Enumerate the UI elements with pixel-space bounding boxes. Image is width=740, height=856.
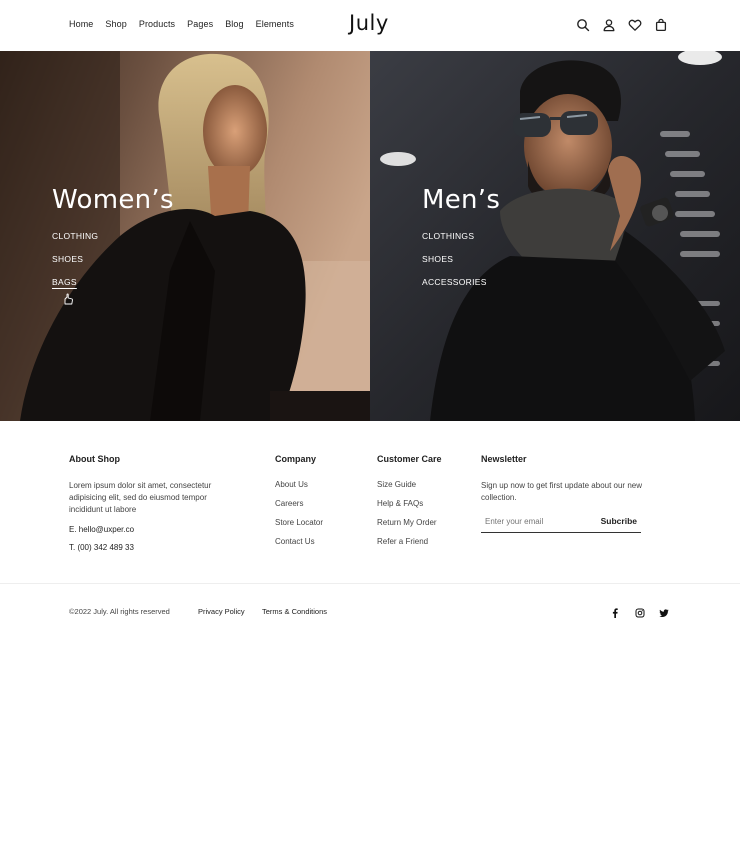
category-hero: Women’s CLOTHING SHOES BAGS Men’s CLOTHI…: [0, 51, 740, 421]
men-panel[interactable]: Men’s CLOTHINGS SHOES ACCESSORIES: [370, 51, 740, 421]
nav-shop[interactable]: Shop: [105, 19, 126, 29]
facebook-icon[interactable]: [610, 605, 620, 618]
bag-icon[interactable]: [654, 18, 668, 32]
search-icon[interactable]: [576, 18, 590, 32]
site-logo[interactable]: July: [349, 11, 389, 35]
nav-products[interactable]: Products: [139, 19, 175, 29]
refer-friend-link[interactable]: Refer a Friend: [377, 537, 472, 546]
men-title[interactable]: Men’s: [422, 185, 500, 215]
site-header: Home Shop Products Pages Blog Elements J…: [0, 0, 740, 51]
about-text: Lorem ipsum dolor sit amet, consectetur …: [69, 481, 212, 514]
copyright-text: ©2022 July. All rights reserved: [69, 607, 170, 616]
men-clothings-link[interactable]: CLOTHINGS: [422, 231, 487, 241]
nav-elements[interactable]: Elements: [256, 19, 294, 29]
careers-link[interactable]: Careers: [275, 499, 365, 508]
contact-email[interactable]: E. hello@uxper.co: [69, 525, 229, 534]
help-faqs-link[interactable]: Help & FAQs: [377, 499, 472, 508]
twitter-icon[interactable]: [659, 605, 669, 617]
women-clothing-link[interactable]: CLOTHING: [52, 231, 98, 241]
heart-icon[interactable]: [628, 18, 642, 32]
site-footer: About Shop Lorem ipsum dolor sit amet, c…: [0, 421, 740, 583]
terms-link[interactable]: Terms & Conditions: [262, 607, 327, 616]
about-title: About Shop: [69, 454, 120, 464]
newsletter-title: Newsletter: [481, 454, 527, 464]
subscribe-button[interactable]: Subcribe: [601, 516, 637, 526]
store-locator-link[interactable]: Store Locator: [275, 518, 365, 527]
women-title[interactable]: Women’s: [52, 185, 174, 215]
contact-phone[interactable]: T. (00) 342 489 33: [69, 543, 229, 552]
men-links: CLOTHINGS SHOES ACCESSORIES: [422, 231, 487, 300]
instagram-icon[interactable]: [635, 605, 645, 618]
privacy-policy-link[interactable]: Privacy Policy: [198, 607, 245, 616]
women-shoes-link[interactable]: SHOES: [52, 254, 98, 264]
nav-pages[interactable]: Pages: [187, 19, 213, 29]
email-input[interactable]: [485, 517, 595, 526]
men-shoes-link[interactable]: SHOES: [422, 254, 487, 264]
contact-us-link[interactable]: Contact Us: [275, 537, 365, 546]
newsletter-column: Newsletter Sign up now to get first upda…: [481, 454, 661, 533]
women-links: CLOTHING SHOES BAGS: [52, 231, 98, 300]
size-guide-link[interactable]: Size Guide: [377, 480, 472, 489]
about-us-link[interactable]: About Us: [275, 480, 365, 489]
newsletter-form: Subcribe: [481, 515, 641, 533]
user-icon[interactable]: [602, 18, 616, 32]
main-nav: Home Shop Products Pages Blog Elements: [69, 19, 306, 29]
nav-blog[interactable]: Blog: [225, 19, 243, 29]
pointer-cursor-icon: [62, 292, 74, 305]
men-accessories-link[interactable]: ACCESSORIES: [422, 277, 487, 287]
nav-home[interactable]: Home: [69, 19, 93, 29]
newsletter-text: Sign up now to get first update about ou…: [481, 481, 642, 502]
women-panel[interactable]: Women’s CLOTHING SHOES BAGS: [0, 51, 370, 421]
company-column: Company About Us Careers Store Locator C…: [275, 454, 365, 556]
company-title: Company: [275, 454, 317, 464]
header-icons: [576, 18, 668, 32]
about-column: About Shop Lorem ipsum dolor sit amet, c…: [69, 454, 229, 552]
footer-bottom-bar: ©2022 July. All rights reserved Privacy …: [0, 584, 740, 634]
women-bags-link[interactable]: BAGS: [52, 277, 98, 287]
customer-care-title: Customer Care: [377, 454, 442, 464]
return-order-link[interactable]: Return My Order: [377, 518, 472, 527]
customer-care-column: Customer Care Size Guide Help & FAQs Ret…: [377, 454, 472, 556]
